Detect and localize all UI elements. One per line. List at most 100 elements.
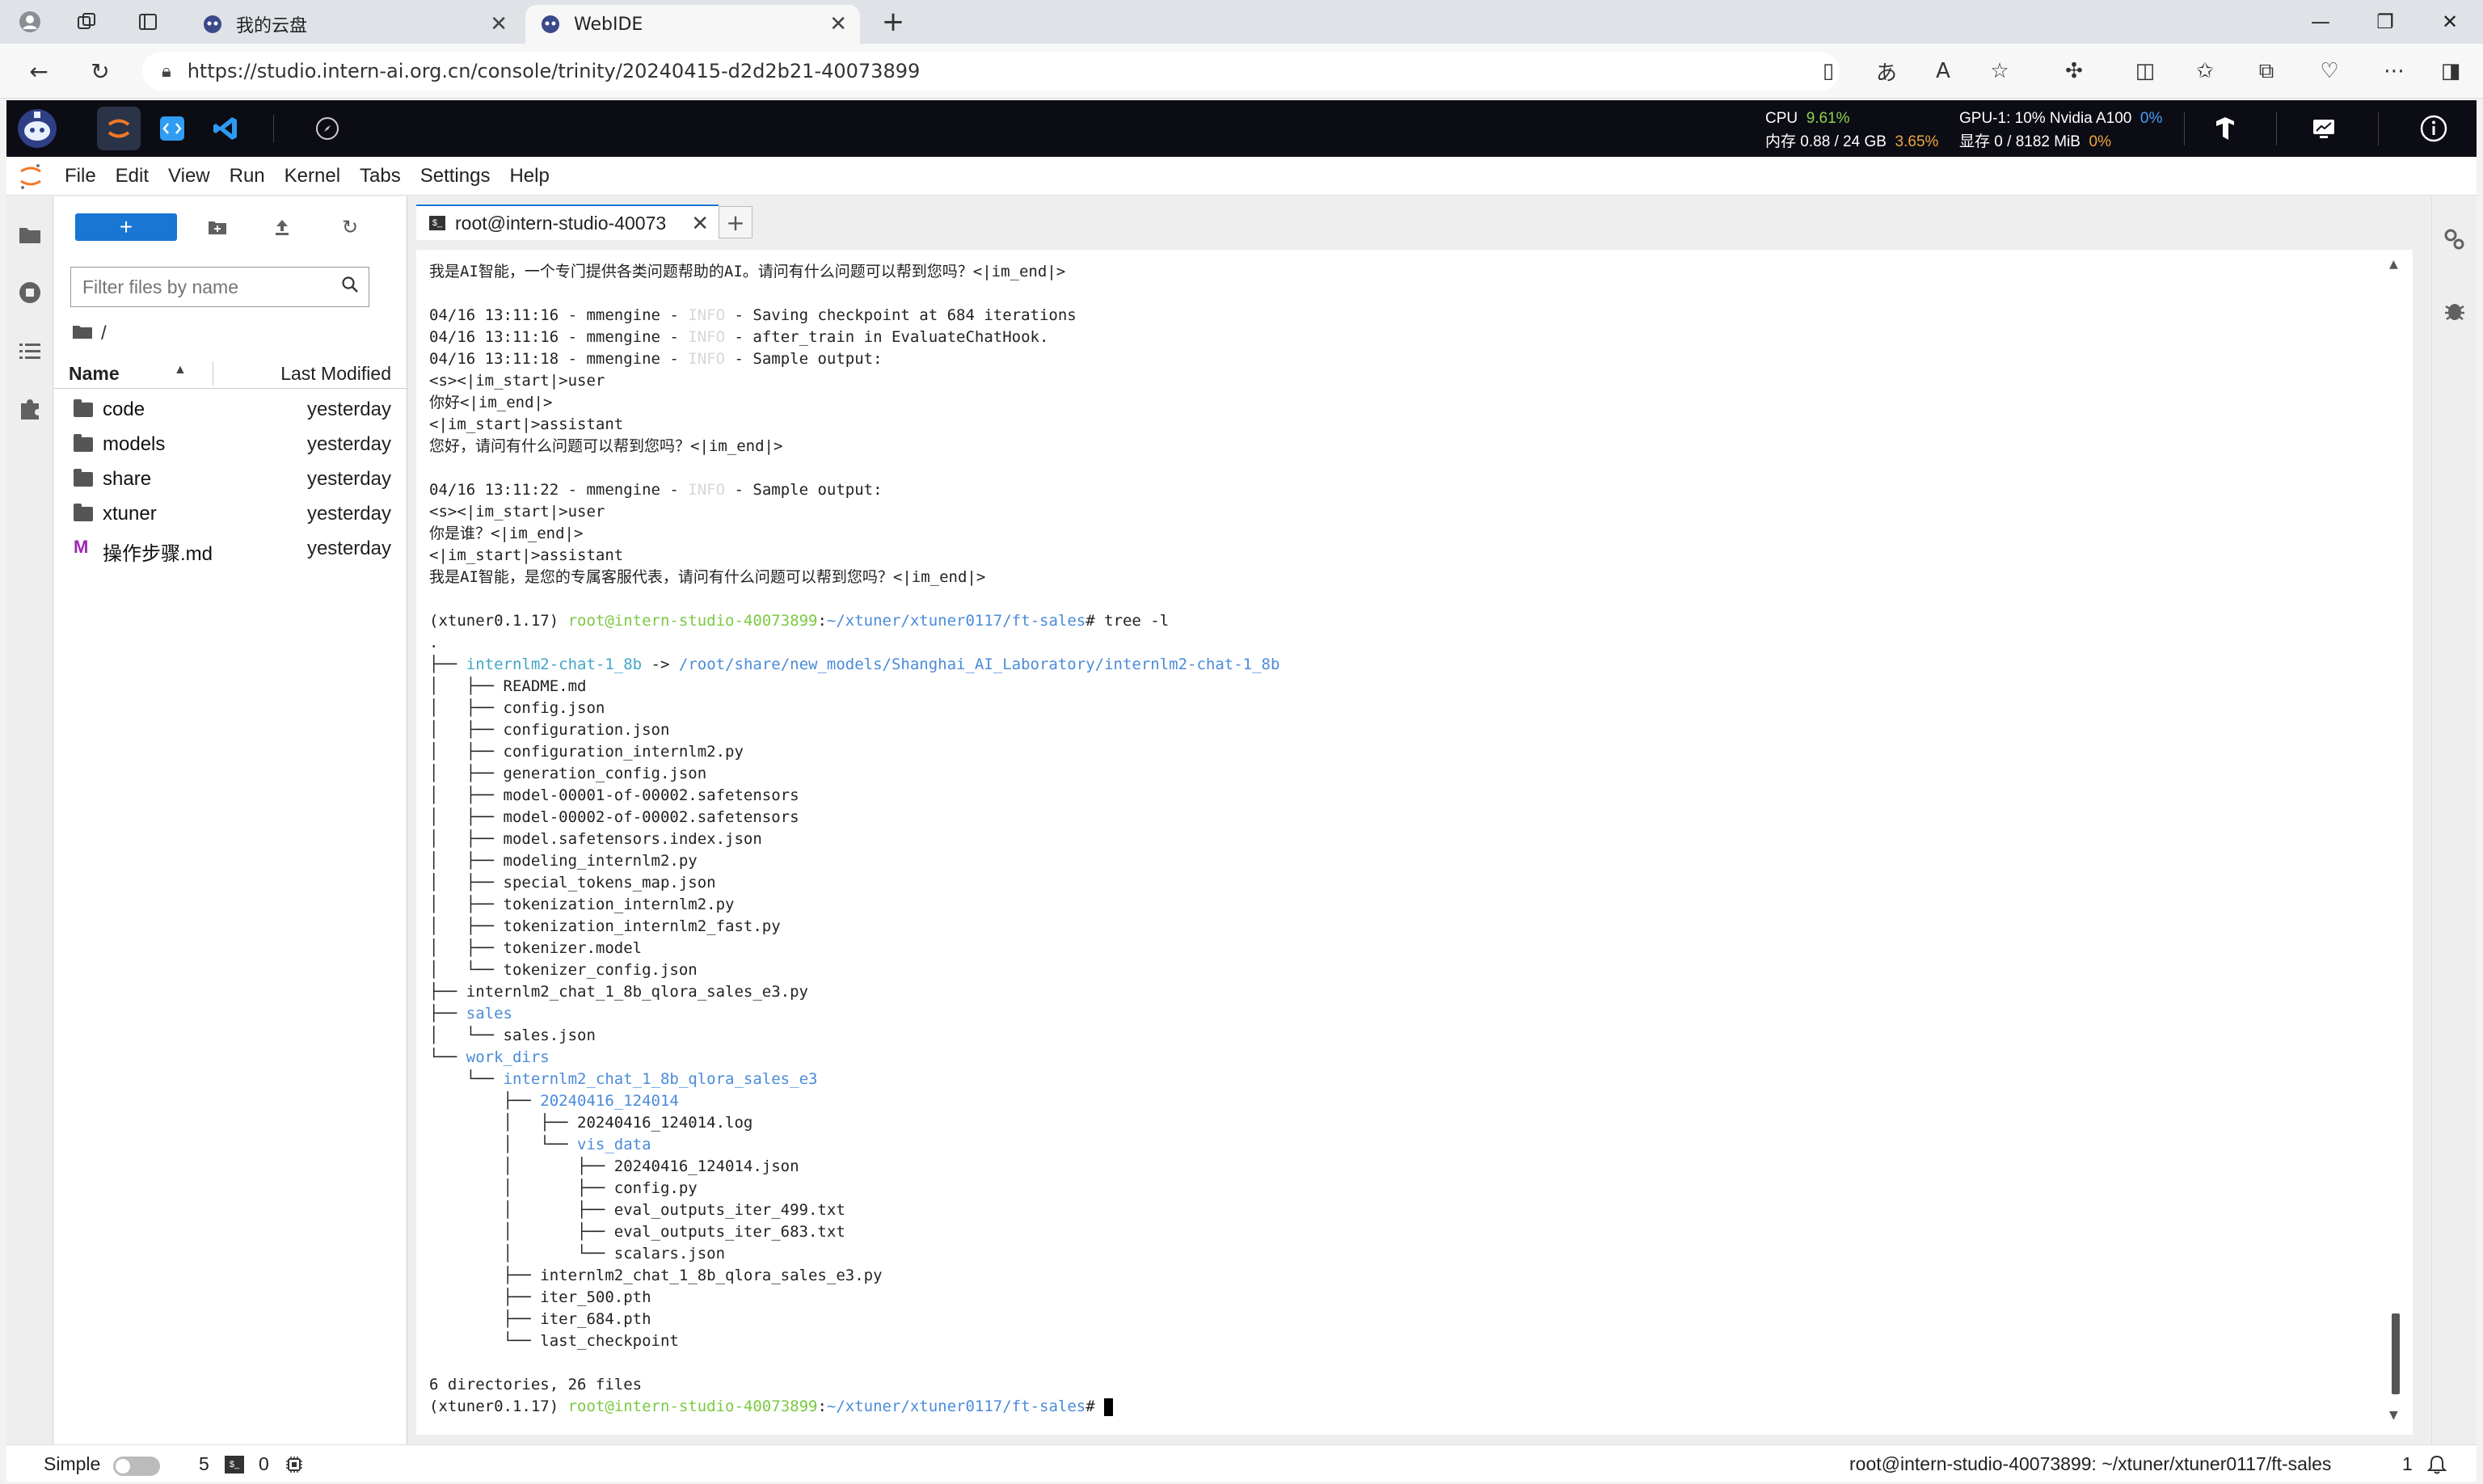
terminal-line: │ ├── eval_outputs_iter_499.txt (429, 1201, 845, 1219)
terminal-line: │ ├── 20240416_124014.log (429, 1114, 753, 1132)
filter-files-input[interactable]: Filter files by name (70, 267, 369, 307)
menu-run[interactable]: Run (220, 165, 275, 188)
simple-mode-label: Simple (44, 1453, 101, 1474)
favorites-icon[interactable]: ✩ (2190, 57, 2220, 86)
restore-icon[interactable]: ❐ (2357, 5, 2413, 39)
terminal-pane[interactable]: 我是AI智能，一个专门提供各类问题帮助的AI。请问有什么问题可以帮到您吗？<|i… (416, 250, 2413, 1435)
scroll-down-icon[interactable]: ▼ (2389, 1409, 2398, 1422)
extensions-puzzle-icon[interactable] (11, 390, 48, 428)
terminal-line: ​ (429, 283, 1279, 305)
browser-tab-webide[interactable]: WebIDE ✕ (525, 5, 860, 44)
lock-icon: 🔒︎ (162, 61, 171, 82)
intern-studio-logo-icon[interactable] (13, 104, 61, 153)
terminal-scrollbar[interactable]: ▲ ▼ (2387, 250, 2405, 1435)
close-tab-icon[interactable]: ✕ (829, 12, 847, 36)
more-menu-icon[interactable]: ⋯ (2380, 57, 2409, 86)
file-browser-folder-icon[interactable] (11, 216, 48, 253)
translate-icon[interactable]: あ (1872, 57, 1901, 86)
menu-view[interactable]: View (158, 165, 220, 188)
browser-essentials-icon[interactable]: ♡ (2315, 57, 2344, 86)
studio-topbar: CPU 9.61% 内存 0.88 / 24 GB 3.65% GPU-1: 1… (6, 100, 2477, 157)
main-dock-area: $_ root@intern-studio-40073 ✕ + 我是AI智能，一… (408, 196, 2430, 1444)
refresh-icon[interactable]: ↻ (84, 55, 116, 87)
file-row[interactable]: M 操作步骤.md yesterday (54, 531, 407, 566)
minimize-icon[interactable]: — (2292, 5, 2349, 39)
favorite-star-icon[interactable]: ☆ (1985, 57, 2014, 86)
info-icon[interactable] (2412, 107, 2456, 150)
file-list-header: Name ▲ Last Modified (54, 358, 407, 389)
column-name-header[interactable]: Name (69, 363, 120, 385)
file-name: code (103, 398, 145, 420)
terminal-cursor (1104, 1398, 1114, 1416)
terminal-line: ├── iter_684.pth (429, 1310, 651, 1328)
menu-tabs[interactable]: Tabs (350, 165, 411, 188)
menu-settings[interactable]: Settings (411, 165, 500, 188)
terminal-tab[interactable]: $_ root@intern-studio-40073 ✕ (416, 204, 719, 240)
tensorboard-icon[interactable] (2203, 107, 2247, 150)
breadcrumb-root[interactable]: / (101, 323, 107, 345)
toolbar-divider (2378, 112, 2379, 145)
breadcrumb[interactable]: / (72, 318, 107, 350)
close-icon[interactable]: ✕ (691, 211, 709, 236)
file-row[interactable]: models yesterday (54, 427, 407, 462)
search-icon (341, 276, 359, 298)
terminal-icon: $_ (429, 216, 445, 230)
running-sessions-icon[interactable] (11, 274, 48, 311)
terminal-icon: $_ (225, 1456, 244, 1473)
vertical-tabs-icon[interactable] (136, 10, 160, 34)
read-aloud-icon[interactable]: A (1929, 57, 1958, 86)
vscode-icon[interactable] (204, 107, 247, 150)
terminal-count[interactable]: 5 (199, 1453, 209, 1475)
terminal-line: ​ (429, 588, 1279, 610)
terminal-line: │ ├── modeling_internlm2.py (429, 852, 698, 870)
jupyter-icon[interactable] (97, 107, 141, 150)
bell-icon[interactable] (2426, 1454, 2447, 1480)
folder-icon (74, 504, 93, 522)
profile-icon[interactable] (18, 10, 42, 34)
new-folder-icon[interactable] (203, 213, 232, 241)
split-screen-icon[interactable]: ◫ (2131, 57, 2160, 86)
simple-mode-toggle[interactable] (113, 1457, 160, 1476)
sort-ascending-icon[interactable]: ▲ (174, 363, 187, 377)
collections-icon[interactable]: ⧉ (2252, 57, 2281, 86)
file-row[interactable]: share yesterday (54, 462, 407, 496)
workspaces-icon[interactable] (74, 10, 99, 34)
kernel-count[interactable]: 0 (259, 1453, 269, 1475)
compass-icon[interactable] (306, 107, 349, 150)
terminal-line: │ ├── 20240416_124014.json (429, 1157, 799, 1175)
new-launcher-button[interactable]: + (75, 213, 177, 241)
upload-icon[interactable] (268, 213, 297, 241)
right-sidebar (2431, 196, 2477, 1444)
notification-count[interactable]: 1 (2402, 1453, 2413, 1475)
code-editor-icon[interactable] (150, 107, 194, 150)
menu-edit[interactable]: Edit (106, 165, 158, 188)
menu-kernel[interactable]: Kernel (275, 165, 350, 188)
file-row[interactable]: code yesterday (54, 392, 407, 427)
property-inspector-gears-icon[interactable] (2436, 221, 2473, 258)
app-available-icon[interactable]: ▯ (1814, 57, 1843, 86)
file-row[interactable]: xtuner yesterday (54, 496, 407, 531)
sidebar-toggle-icon[interactable]: ◨ (2436, 57, 2465, 86)
add-tab-button[interactable]: + (719, 206, 752, 238)
address-bar[interactable]: 🔒︎ https://studio.intern-ai.org.cn/conso… (142, 52, 1840, 91)
close-tab-icon[interactable]: ✕ (490, 12, 508, 36)
scroll-up-icon[interactable]: ▲ (2389, 258, 2398, 271)
toolbar-divider (273, 115, 274, 142)
scrollbar-thumb[interactable] (2392, 1313, 2400, 1394)
extensions-icon[interactable]: ✣ (2059, 57, 2089, 86)
browser-tab-cloud-drive[interactable]: 我的云盘 ✕ (188, 5, 521, 44)
monitor-icon[interactable] (2302, 107, 2346, 150)
menu-file[interactable]: File (55, 165, 106, 188)
debugger-bug-icon[interactable] (2436, 292, 2473, 329)
close-window-icon[interactable]: ✕ (2422, 5, 2478, 39)
file-name: models (103, 433, 166, 455)
column-modified-header[interactable]: Last Modified (280, 363, 391, 385)
new-tab-button[interactable]: + (881, 6, 905, 38)
menu-help[interactable]: Help (500, 165, 559, 188)
terminal-line: 04/16 13:11:22 - mmengine - INFO - Sampl… (429, 481, 883, 499)
refresh-file-list-icon[interactable]: ↻ (335, 213, 365, 241)
back-arrow-icon[interactable]: ← (23, 55, 55, 87)
table-of-contents-icon[interactable] (11, 332, 48, 369)
file-name: xtuner (103, 503, 157, 525)
terminal-line: └── last_checkpoint (429, 1332, 679, 1350)
